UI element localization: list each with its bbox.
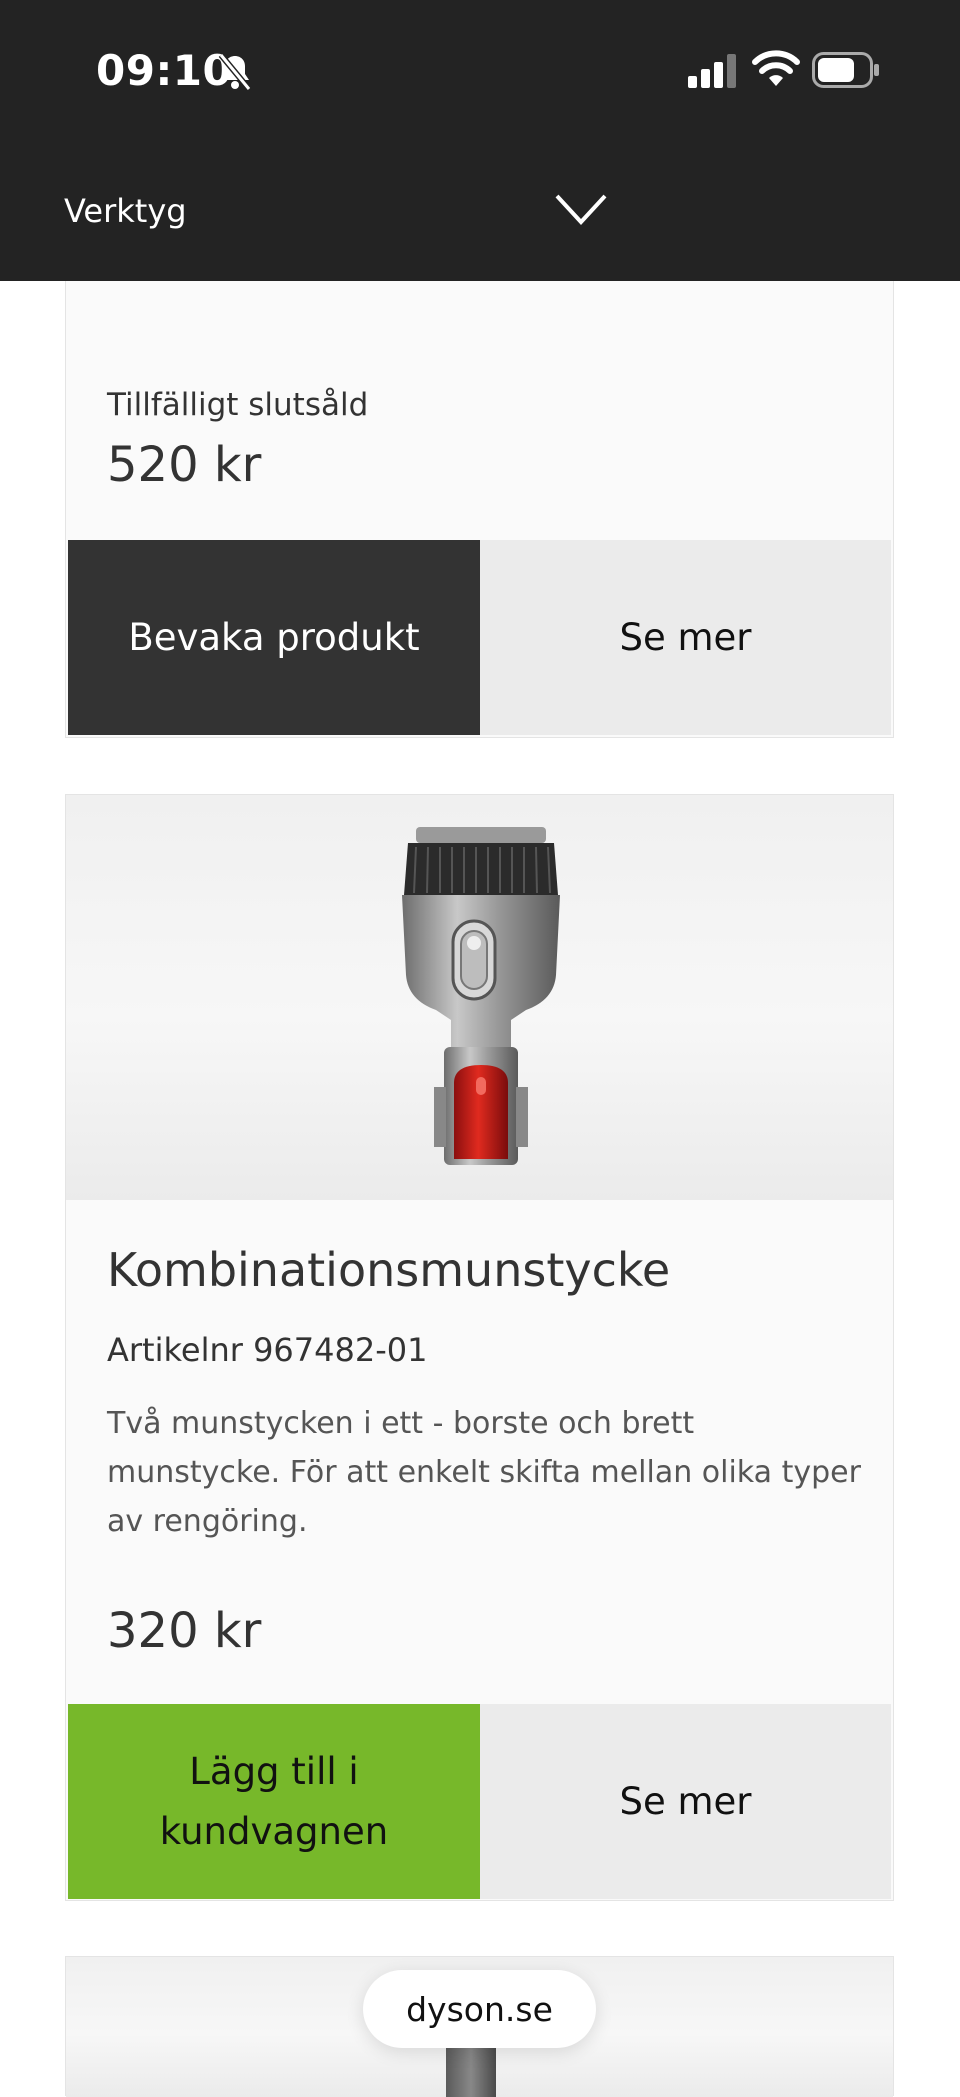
article-number: Artikelnr 967482-01 <box>107 1331 428 1369</box>
product-price: 520 kr <box>107 437 262 493</box>
chevron-down-icon[interactable] <box>554 192 608 228</box>
status-bar: 09:10 <box>0 0 960 140</box>
bell-slash-icon <box>218 53 252 91</box>
wifi-icon <box>752 50 800 86</box>
product-card: Kombinationsmunstycke Artikelnr 967482-0… <box>65 794 894 1901</box>
product-price: 320 kr <box>107 1603 262 1659</box>
see-more-button[interactable]: Se mer <box>480 1704 891 1899</box>
product-title[interactable]: Kombinationsmunstycke <box>107 1243 670 1297</box>
product-image[interactable] <box>66 795 893 1200</box>
category-label: Verktyg <box>64 192 187 230</box>
browser-url-pill[interactable]: dyson.se <box>363 1970 596 2048</box>
category-nav[interactable]: Verktyg <box>0 140 960 281</box>
watch-product-button[interactable]: Bevaka produkt <box>68 540 480 735</box>
battery-icon <box>812 52 879 88</box>
add-to-cart-button[interactable]: Lägg till i kundvagnen <box>68 1704 480 1899</box>
product-description: Två munstycken i ett - borste och brett … <box>107 1406 861 1539</box>
product-card: Tillfälligt slutsåld 520 kr Bevaka produ… <box>65 281 894 738</box>
combination-tool-image <box>402 827 560 1165</box>
stock-status: Tillfälligt slutsåld <box>107 387 369 423</box>
signal-icon <box>688 54 736 88</box>
status-time: 09:10 <box>96 46 233 95</box>
see-more-button[interactable]: Se mer <box>480 540 891 735</box>
